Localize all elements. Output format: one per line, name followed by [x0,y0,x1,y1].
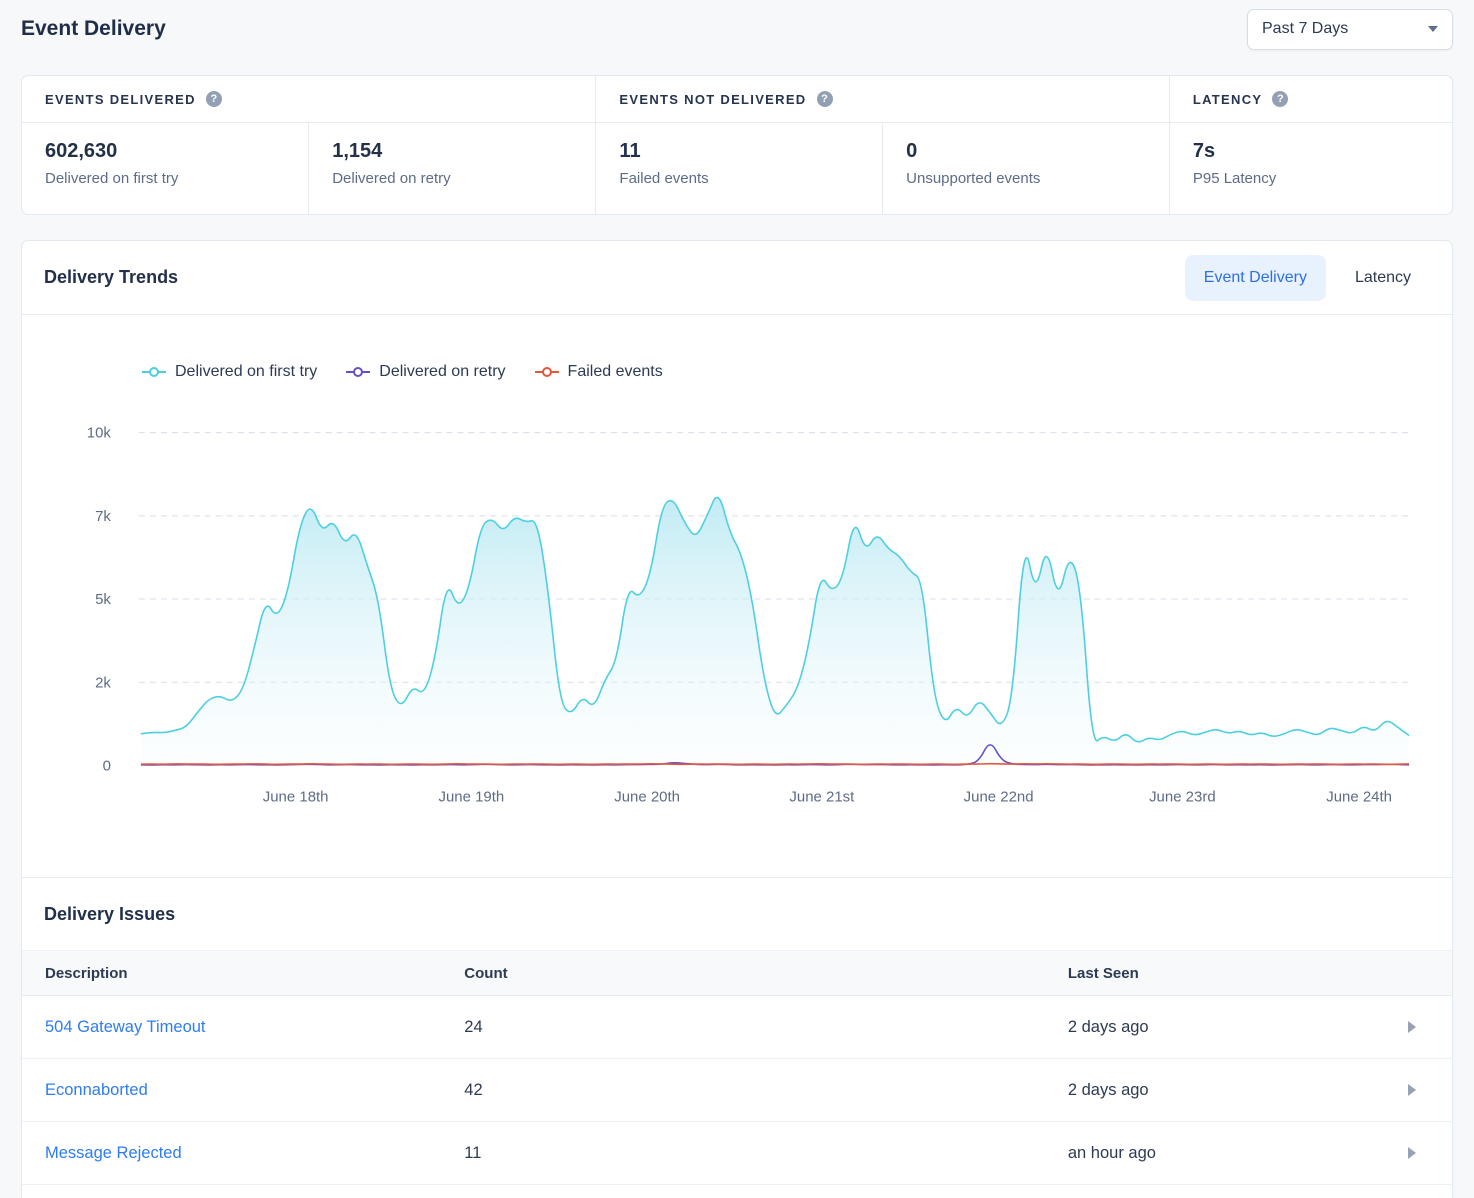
delivery-issues-section: Delivery Issues Description Count Last S… [22,877,1452,1185]
stat-value: 1,154 [332,140,572,163]
tab-event-delivery[interactable]: Event Delivery [1185,255,1326,301]
stat-label: Delivered on first try [45,170,285,187]
date-range-value: Past 7 Days [1262,20,1348,38]
row-expand-button[interactable] [1396,1084,1452,1096]
help-icon[interactable]: ? [817,91,833,107]
svg-text:7k: 7k [95,508,111,525]
stat-group-title: EVENTS DELIVERED [45,92,196,107]
delivery-trends-card: Delivery Trends Event Delivery Latency D… [21,240,1453,1198]
trends-tabs: Event Delivery Latency [1185,255,1430,301]
stat-label: P95 Latency [1193,170,1429,187]
stat-value: 0 [906,140,1146,163]
legend-label: Delivered on first try [175,363,317,381]
chevron-right-icon [1408,1021,1416,1033]
table-row[interactable]: Message Rejected 11 an hour ago [22,1122,1452,1185]
chevron-down-icon [1428,26,1438,32]
svg-text:June 21st: June 21st [789,788,855,805]
svg-text:0: 0 [103,757,111,774]
stat-group-title: LATENCY [1193,92,1263,107]
stat-cell: 7s P95 Latency [1170,123,1452,214]
issue-link[interactable]: 504 Gateway Timeout [45,1018,464,1037]
legend-item-failed[interactable]: Failed events [534,363,663,381]
tab-latency[interactable]: Latency [1336,255,1430,301]
row-expand-button[interactable] [1396,1147,1452,1159]
issue-last-seen: 2 days ago [1068,1018,1396,1037]
svg-text:June 23rd: June 23rd [1149,788,1216,805]
chart-legend: Delivered on first try Delivered on retr… [141,363,1430,381]
stat-label: Delivered on retry [332,170,572,187]
stat-cell: 1,154 Delivered on retry [308,123,595,214]
stat-group-events-not-delivered: EVENTS NOT DELIVERED ? 11 Failed events … [595,76,1168,214]
chevron-right-icon [1408,1147,1416,1159]
legend-swatch-icon [345,365,371,379]
delivery-issues-title: Delivery Issues [44,904,175,925]
issue-last-seen: an hour ago [1068,1144,1396,1163]
stat-value: 7s [1193,140,1429,163]
stat-group-events-delivered: EVENTS DELIVERED ? 602,630 Delivered on … [22,76,595,214]
table-row[interactable]: Econnaborted 42 2 days ago [22,1059,1452,1122]
help-icon[interactable]: ? [1272,91,1288,107]
issue-link[interactable]: Econnaborted [45,1081,464,1100]
column-header-last-seen: Last Seen [1068,965,1396,982]
issue-count: 24 [464,1018,1068,1037]
svg-text:June 22nd: June 22nd [964,788,1034,805]
svg-text:June 24th: June 24th [1326,788,1392,805]
svg-text:5k: 5k [95,591,111,608]
date-range-dropdown[interactable]: Past 7 Days [1247,9,1453,50]
issues-table-header: Description Count Last Seen [22,950,1452,996]
stats-summary-card: EVENTS DELIVERED ? 602,630 Delivered on … [21,75,1453,215]
delivery-trends-title: Delivery Trends [44,267,178,288]
page-title: Event Delivery [21,17,166,41]
svg-text:10k: 10k [87,425,112,442]
top-bar: Event Delivery Past 7 Days [21,8,1453,50]
stat-group-title: EVENTS NOT DELIVERED [619,92,806,107]
delivery-trends-chart: 0 2k 5k 7k 10k June 18th June 19th June 20th Jun… [44,401,1430,855]
svg-text:2k: 2k [95,674,111,691]
stat-label: Failed events [619,170,859,187]
trends-header: Delivery Trends Event Delivery Latency [22,241,1452,315]
stat-cell: 11 Failed events [596,123,882,214]
issue-last-seen: 2 days ago [1068,1081,1396,1100]
chevron-right-icon [1408,1084,1416,1096]
stat-cell: 602,630 Delivered on first try [22,123,308,214]
svg-text:June 18th: June 18th [263,788,329,805]
help-icon[interactable]: ? [206,91,222,107]
legend-swatch-icon [141,365,167,379]
table-row[interactable]: 504 Gateway Timeout 24 2 days ago [22,996,1452,1059]
stat-value: 602,630 [45,140,285,163]
row-expand-button[interactable] [1396,1021,1452,1033]
stat-group-latency: LATENCY ? 7s P95 Latency [1169,76,1452,214]
issue-link[interactable]: Message Rejected [45,1144,464,1163]
issue-count: 42 [464,1081,1068,1100]
column-header-count: Count [464,965,1068,982]
legend-swatch-icon [534,365,560,379]
svg-text:June 19th: June 19th [439,788,505,805]
stat-value: 11 [619,140,859,163]
column-header-description: Description [45,965,464,982]
legend-item-retry[interactable]: Delivered on retry [345,363,505,381]
issue-count: 11 [464,1144,1068,1163]
legend-item-first-try[interactable]: Delivered on first try [141,363,317,381]
chart-area: Delivered on first try Delivered on retr… [22,315,1452,877]
stat-cell: 0 Unsupported events [882,123,1169,214]
svg-text:June 20th: June 20th [614,788,680,805]
legend-label: Failed events [568,363,663,381]
legend-label: Delivered on retry [379,363,505,381]
stat-label: Unsupported events [906,170,1146,187]
